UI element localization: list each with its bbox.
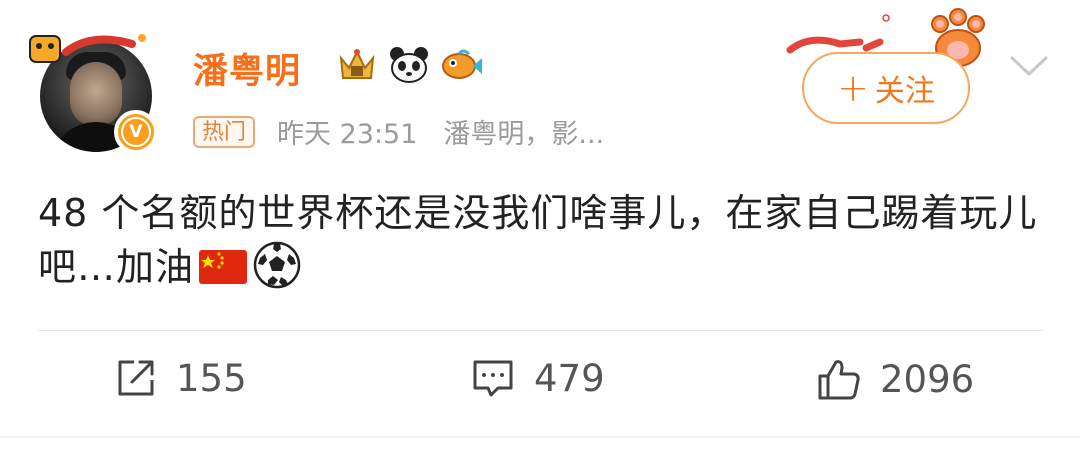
follow-label: 关注	[874, 74, 935, 109]
repost-button[interactable]: 155	[114, 356, 247, 400]
soccer-ball-emoji	[253, 241, 301, 289]
comment-icon	[473, 360, 513, 397]
thumbs-up-icon	[818, 360, 860, 400]
china-flag-emoji	[199, 250, 248, 284]
post-meta: 热门 昨天 23:51 潘粤明，影...	[193, 112, 604, 151]
repost-icon	[118, 360, 154, 396]
bottom-separator	[0, 436, 1080, 438]
like-button[interactable]: 2096	[816, 356, 974, 402]
post-source: 潘粤明，影...	[443, 119, 605, 150]
like-count: 2096	[880, 357, 975, 401]
crown-badge-icon[interactable]	[335, 44, 379, 86]
post-time: 昨天 23:51	[277, 119, 418, 150]
repost-count: 155	[176, 356, 247, 400]
hot-tag: 热门	[193, 115, 256, 148]
fish-badge-icon[interactable]	[439, 44, 483, 86]
badge-row	[335, 44, 483, 86]
follow-button[interactable]: + 关注	[802, 52, 970, 124]
plus-icon: +	[837, 66, 869, 110]
comment-button[interactable]: 479	[470, 356, 605, 400]
post-text: 48 个名额的世界杯还是没我们啥事儿，在家自己踢着玩儿吧…加油	[38, 191, 1038, 289]
comment-count: 479	[534, 356, 605, 400]
action-bar: 155 479 2096	[0, 356, 1080, 416]
panda-badge-icon[interactable]	[387, 44, 431, 86]
divider	[38, 330, 1044, 331]
chevron-down-icon[interactable]	[1008, 52, 1050, 80]
verified-badge: V	[114, 110, 158, 154]
author-name[interactable]: 潘粤明	[193, 43, 301, 94]
tiger-decoration-icon	[29, 34, 146, 63]
post-content: 48 个名额的世界杯还是没我们啥事儿，在家自己踢着玩儿吧…加油	[38, 186, 1048, 294]
